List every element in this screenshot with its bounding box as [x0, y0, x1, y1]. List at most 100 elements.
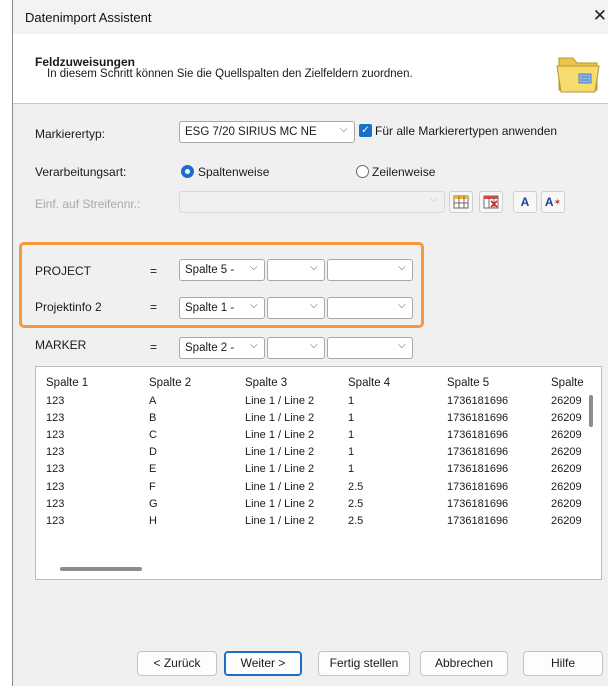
grid-cell: 26209 — [551, 395, 582, 407]
grid-column-header[interactable]: Spalte 2 — [149, 377, 191, 389]
mapping-projektinfo-col1[interactable]: Spalte 1 - ⌵ — [179, 297, 265, 319]
grid-cell: H — [149, 514, 157, 527]
chevron-down-icon: ⌵ — [250, 262, 258, 273]
grid-cell: 1736181696 — [447, 514, 509, 527]
step-description: In diesem Schritt können Sie die Quellsp… — [47, 68, 413, 80]
grid-cell: D — [149, 446, 157, 459]
mapping-marker-col2[interactable]: ⌵ — [267, 337, 325, 359]
mapping-marker-col3[interactable]: ⌵ — [327, 337, 413, 359]
grid-cell: E — [149, 463, 157, 476]
grid-cell: Line 1 / Line 2 — [245, 446, 315, 459]
insert-table-icon[interactable] — [449, 191, 473, 213]
mapping-project-col3[interactable]: ⌵ — [327, 259, 413, 281]
mapping-projektinfo-col3[interactable]: ⌵ — [327, 297, 413, 319]
grid-cell: 26209 — [551, 480, 582, 493]
next-button[interactable]: Weiter > — [224, 651, 302, 676]
grid-cell: 1 — [348, 463, 355, 476]
mapping-equals: = — [150, 300, 158, 314]
mapping-equals: = — [150, 264, 158, 278]
import-wizard-window: Datenimport Assistent ✕ Feldzuweisungen … — [12, 0, 608, 686]
chevron-down-icon: ⌵ — [310, 340, 318, 351]
grid-cell: 123 — [46, 429, 65, 442]
apply-all-label: Für alle Markierertypen anwenden — [375, 124, 558, 138]
marker-type-combo[interactable]: ESG 7/20 SIRIUS MC NE ⌵ — [179, 121, 355, 143]
mapping-field-project: PROJECT — [35, 264, 92, 278]
font-icon[interactable]: A — [513, 191, 537, 213]
insert-strip-label: Einf. auf Streifennr.: — [35, 197, 141, 211]
grid-cell: 123 — [46, 497, 65, 510]
grid-cell: 1736181696 — [447, 480, 509, 493]
grid-cell: 1736181696 — [447, 395, 509, 407]
grid-cell: 1736181696 — [447, 429, 509, 442]
folder-icon — [556, 57, 600, 93]
chevron-down-icon: ⌵ — [398, 300, 406, 311]
grid-cell: 2.5 — [348, 514, 364, 527]
grid-cell: 123 — [46, 395, 65, 407]
grid-cell: Line 1 / Line 2 — [245, 412, 315, 425]
finish-button[interactable]: Fertig stellen — [318, 651, 410, 676]
grid-cell: 26209 — [551, 497, 582, 510]
mapping-field-marker: MARKER — [35, 338, 87, 352]
help-button[interactable]: Hilfe — [523, 651, 603, 676]
grid-column-header[interactable]: Spalte 4 — [348, 377, 390, 389]
data-preview-grid[interactable]: Spalte 1 Spalte 2 Spalte 3 Spalte 4 Spalte 5… — [35, 366, 602, 580]
grid-cell: Line 1 / Line 2 — [245, 429, 315, 442]
grid-cell: F — [149, 480, 156, 493]
grid-cell: B — [149, 412, 157, 425]
grid-cell: A — [149, 395, 157, 407]
grid-cell: 26209 — [551, 412, 582, 425]
delete-table-icon[interactable] — [479, 191, 503, 213]
mapping-marker-col1[interactable]: Spalte 2 - ⌵ — [179, 337, 265, 359]
close-icon[interactable]: ✕ — [593, 6, 607, 26]
chevron-down-icon: ⌵ — [398, 340, 406, 351]
grid-cell: 26209 — [551, 446, 582, 459]
font-color-icon[interactable]: A✶ — [541, 191, 565, 213]
grid-cell: 2.5 — [348, 497, 364, 510]
grid-cell: 1 — [348, 429, 355, 442]
grid-cell: 123 — [46, 463, 65, 476]
chevron-down-icon: ⌵ — [340, 124, 348, 135]
mapping-marker-col1-value: Spalte 2 - — [185, 342, 235, 354]
mapping-project-col1-value: Spalte 5 - — [185, 264, 235, 276]
marker-type-label: Markierertyp: — [35, 127, 106, 141]
grid-column-header[interactable]: Spalte 5 — [447, 377, 489, 389]
radio-rows-label: Zeilenweise — [372, 165, 436, 179]
vertical-scrollbar[interactable] — [589, 395, 593, 427]
font-color-label: A — [544, 195, 554, 209]
mapping-project-col1[interactable]: Spalte 5 - ⌵ — [179, 259, 265, 281]
insert-strip-combo[interactable]: ⌵ — [179, 191, 445, 213]
window-title: Datenimport Assistent — [25, 10, 152, 25]
radio-rows[interactable] — [356, 165, 369, 178]
chevron-down-icon: ⌵ — [250, 340, 258, 351]
grid-cell: 123 — [46, 514, 65, 527]
grid-cell: Line 1 / Line 2 — [245, 514, 315, 527]
mapping-field-projektinfo: Projektinfo 2 — [35, 300, 102, 314]
apply-all-checkbox[interactable]: ✓ — [359, 124, 372, 137]
grid-cell: Line 1 / Line 2 — [245, 463, 315, 476]
grid-cell: 123 — [46, 480, 65, 493]
mapping-projektinfo-col2[interactable]: ⌵ — [267, 297, 325, 319]
grid-column-header[interactable]: Spalte — [551, 377, 584, 389]
mapping-equals: = — [150, 340, 158, 354]
mapping-projektinfo-col1-value: Spalte 1 - — [185, 302, 235, 314]
horizontal-scrollbar[interactable] — [60, 567, 142, 571]
grid-cell: 1 — [348, 412, 355, 425]
cancel-button[interactable]: Abbrechen — [420, 651, 508, 676]
grid-cell: Line 1 / Line 2 — [245, 480, 315, 493]
grid-column-header[interactable]: Spalte 3 — [245, 377, 287, 389]
grid-cell: 1736181696 — [447, 497, 509, 510]
radio-columns[interactable] — [181, 165, 194, 178]
grid-column-header[interactable]: Spalte 1 — [46, 377, 88, 389]
grid-cell: Line 1 / Line 2 — [245, 497, 315, 510]
grid-cell: 1736181696 — [447, 446, 509, 459]
chevron-down-icon: ⌵ — [250, 300, 258, 311]
processing-label: Verarbeitungsart: — [35, 165, 127, 179]
chevron-down-icon: ⌵ — [310, 262, 318, 273]
back-button[interactable]: < Zurück — [137, 651, 217, 676]
grid-cell: 2.5 — [348, 480, 364, 493]
grid-cell: 1 — [348, 395, 355, 407]
marker-type-value: ESG 7/20 SIRIUS MC NE — [185, 126, 317, 138]
grid-cell: 123 — [46, 446, 65, 459]
mapping-project-col2[interactable]: ⌵ — [267, 259, 325, 281]
title-bar: Datenimport Assistent ✕ — [13, 0, 608, 34]
